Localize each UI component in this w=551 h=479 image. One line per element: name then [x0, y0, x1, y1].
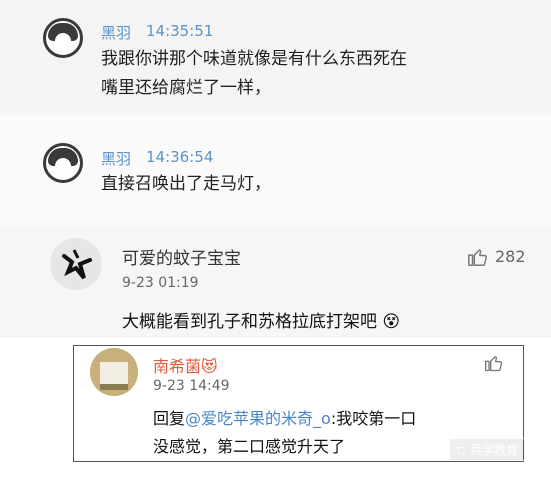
message-text: 直接召唤出了走马灯， [101, 174, 271, 194]
avatar[interactable] [50, 238, 102, 290]
reply-author-name[interactable]: 南希菌😻 [153, 353, 218, 377]
message-text: 我跟你讲那个味道就像是有什么东西死在 嘴里还给腐烂了一样， [101, 45, 407, 103]
like-count: 282 [495, 247, 526, 266]
message-line: 嘴里还给腐烂了一样， [101, 78, 271, 98]
avatar[interactable] [43, 18, 83, 58]
comment-text: 大概能看到孔子和苏格拉底打架吧 😵 [122, 307, 400, 332]
reply-date: 9-23 14:49 [153, 378, 230, 394]
sender-name[interactable]: 黑羽 [101, 148, 131, 169]
like-button[interactable] [484, 353, 504, 377]
reply-text: 回复@爱吃苹果的米奇_o:我咬第一口 [153, 405, 416, 429]
message-line: 我跟你讲那个味道就像是有什么东西死在 [101, 49, 407, 69]
like-button[interactable] [467, 246, 489, 272]
sender-name[interactable]: 黑羽 [101, 22, 131, 43]
mosquito-avatar-art [50, 238, 102, 290]
heart-eyes-cat-emoji: 😻 [201, 357, 218, 376]
mention-link[interactable]: @爱吃苹果的米奇_o [185, 409, 331, 428]
avatar-art [90, 348, 138, 396]
comment-date: 9-23 01:19 [122, 275, 199, 291]
comment-body: 大概能看到孔子和苏格拉底打架吧 [122, 312, 377, 332]
message-time: 14:35:51 [146, 22, 214, 40]
watermark: ⊏ 兵学教育 [449, 438, 525, 461]
reply-prefix: 回复 [153, 409, 186, 428]
dizzy-face-emoji: 😵 [382, 312, 401, 332]
commenter-name[interactable]: 可爱的蚊子宝宝 [122, 244, 241, 269]
reply-text-line-1: :我咬第一口 [330, 409, 417, 428]
avatar[interactable] [43, 143, 83, 183]
thumbs-up-icon [485, 356, 503, 372]
thumbs-up-icon [468, 249, 487, 266]
reply-author-text: 南希菌 [153, 357, 202, 376]
reply-text-line-2: 没感觉，第二口感觉升天了 [153, 437, 346, 456]
chat-message-2 [0, 113, 551, 226]
message-time: 14:36:54 [146, 148, 214, 166]
avatar[interactable] [90, 348, 138, 396]
